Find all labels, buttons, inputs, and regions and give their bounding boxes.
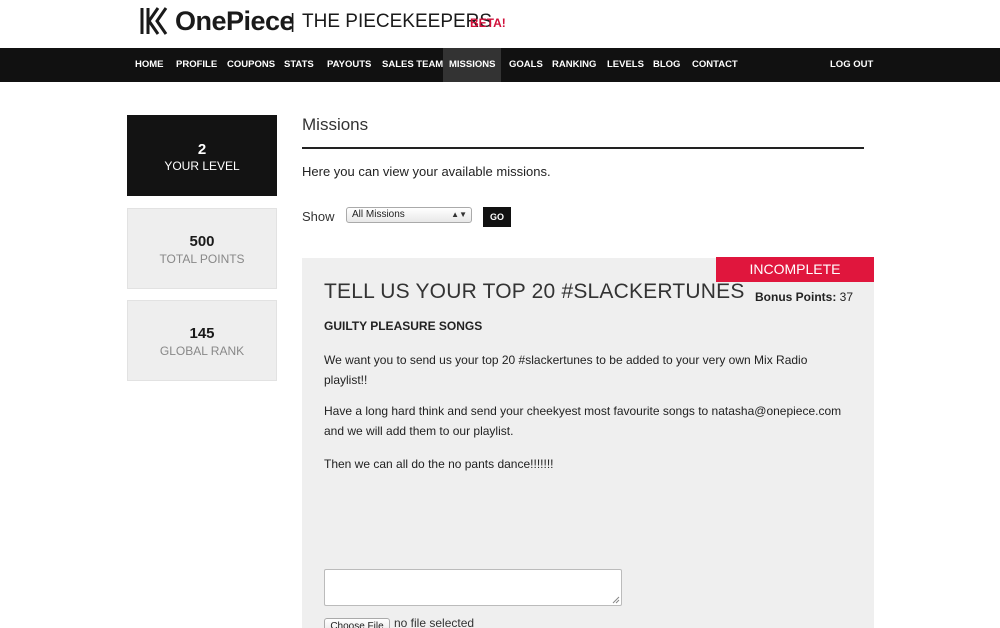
- go-button[interactable]: GO: [483, 207, 511, 227]
- filter-label: Show: [302, 209, 335, 224]
- mission-subtitle: GUILTY PLEASURE SONGS: [324, 319, 483, 333]
- points-value: 500: [189, 233, 215, 250]
- brand-separator: |: [290, 11, 296, 33]
- mission-paragraph: Have a long hard think and send your che…: [324, 404, 842, 438]
- logout-link[interactable]: LOG OUT: [824, 48, 879, 82]
- main-nav: HOME PROFILE COUPONS STATS PAYOUTS SALES…: [0, 48, 1000, 82]
- points-card: 500 TOTAL POINTS: [127, 208, 277, 289]
- resize-handle-icon[interactable]: [612, 596, 620, 604]
- points-label: TOTAL POINTS: [159, 252, 245, 266]
- nav-contact[interactable]: CONTACT: [686, 48, 744, 82]
- nav-stats[interactable]: STATS: [278, 48, 320, 82]
- page-title: Missions: [302, 115, 369, 134]
- choose-file-button[interactable]: Choose File: [324, 618, 390, 628]
- level-value: 2: [197, 141, 207, 158]
- nav-ranking[interactable]: RANKING: [546, 48, 602, 82]
- site-header: OnePiece | THE PIECEKEEPERS BETA!: [0, 0, 1000, 48]
- level-card: 2 YOUR LEVEL: [127, 115, 277, 196]
- file-status: no file selected: [394, 616, 475, 628]
- nav-levels[interactable]: LEVELS: [601, 48, 650, 82]
- mission-filter-select[interactable]: All Missions ▲▼: [346, 207, 472, 223]
- rank-value: 145: [189, 325, 215, 342]
- answer-textarea[interactable]: [324, 569, 622, 606]
- brand-name[interactable]: OnePiece: [175, 4, 295, 38]
- mission-paragraph: We want you to send us your top 20 #slac…: [324, 353, 808, 387]
- onepiece-logo-icon[interactable]: [139, 6, 169, 36]
- nav-blog[interactable]: BLOG: [647, 48, 686, 82]
- rank-card: 145 GLOBAL RANK: [127, 300, 277, 381]
- bonus-points: Bonus Points: 37: [755, 290, 853, 304]
- status-badge: INCOMPLETE: [716, 257, 874, 282]
- nav-missions[interactable]: MISSIONS: [443, 48, 501, 82]
- mission-title: TELL US YOUR TOP 20 #SLACKERTUNES: [324, 280, 745, 303]
- chevron-updown-icon: ▲▼: [451, 210, 467, 219]
- bonus-value: 37: [839, 290, 854, 304]
- rank-label: GLOBAL RANK: [159, 344, 245, 358]
- nav-home[interactable]: HOME: [129, 48, 170, 82]
- bonus-label: Bonus Points:: [755, 290, 837, 304]
- nav-profile[interactable]: PROFILE: [170, 48, 223, 82]
- nav-goals[interactable]: GOALS: [503, 48, 549, 82]
- mission-paragraph: Then we can all do the no pants dance!!!…: [324, 457, 554, 471]
- level-label: YOUR LEVEL: [164, 159, 240, 173]
- filter-selected-value: All Missions: [352, 209, 405, 220]
- brand-subtitle: THE PIECEKEEPERS: [302, 11, 493, 32]
- beta-badge: BETA!: [470, 16, 506, 30]
- title-divider: [302, 147, 864, 149]
- nav-sales-team[interactable]: SALES TEAM: [376, 48, 449, 82]
- nav-payouts[interactable]: PAYOUTS: [321, 48, 377, 82]
- intro-text: Here you can view your available mission…: [302, 164, 551, 179]
- nav-coupons[interactable]: COUPONS: [221, 48, 281, 82]
